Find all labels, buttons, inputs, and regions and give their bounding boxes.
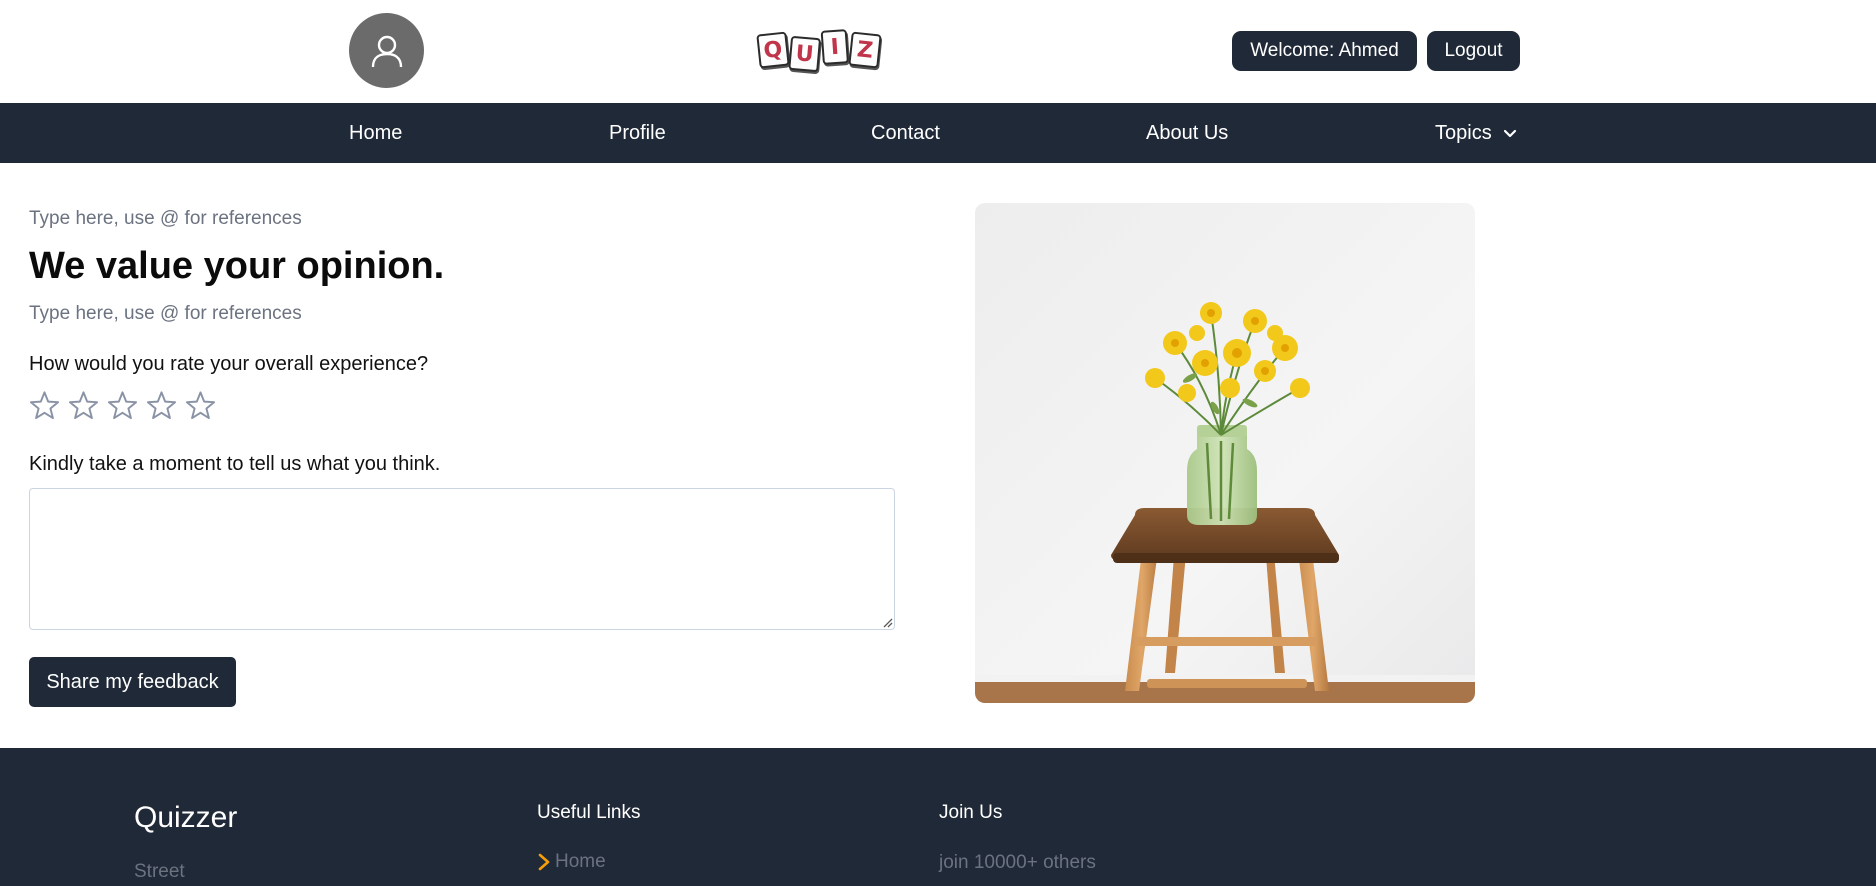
flowers-on-stool-image	[975, 203, 1475, 703]
footer-link-home[interactable]: Home	[537, 851, 606, 873]
page-title: We value your opinion.	[29, 245, 445, 287]
nav-item-label: Home	[349, 121, 403, 144]
chevron-down-icon	[1502, 125, 1518, 141]
nav-item-label: Contact	[871, 121, 940, 144]
comment-prompt: Kindly take a moment to tell us what you…	[29, 453, 441, 475]
join-count-text: join 10000+ others	[939, 852, 1096, 873]
footer-address: Street	[134, 861, 185, 882]
nav-item-label: Topics	[1435, 121, 1492, 144]
top-header: Q U I Z Welcome: Ahmed Logout	[0, 0, 1876, 103]
logo-tile: I	[820, 29, 849, 65]
reference-hint[interactable]: Type here, use @ for references	[29, 303, 302, 325]
star-outline-icon[interactable]	[29, 390, 60, 421]
nav-item-topics-dropdown[interactable]: Topics	[1435, 103, 1518, 163]
footer-link-label: Home	[555, 851, 606, 872]
star-outline-icon[interactable]	[185, 390, 216, 421]
logo-tile: Q	[756, 31, 790, 69]
site-footer: Quizzer Street Useful Links Home Join Us…	[0, 748, 1876, 886]
feedback-textarea[interactable]	[29, 488, 895, 630]
rating-question: How would you rate your overall experien…	[29, 353, 429, 375]
logout-button[interactable]: Logout	[1427, 31, 1520, 71]
nav-item-label: About Us	[1146, 121, 1229, 144]
quiz-logo[interactable]: Q U I Z	[756, 26, 888, 74]
welcome-badge[interactable]: Welcome: Ahmed	[1232, 31, 1417, 71]
share-feedback-button[interactable]: Share my feedback	[29, 657, 236, 707]
star-outline-icon[interactable]	[146, 390, 177, 421]
logo-tile: U	[788, 35, 822, 73]
resize-handle-icon[interactable]	[881, 616, 893, 628]
star-outline-icon[interactable]	[107, 390, 138, 421]
footer-brand: Quizzer	[134, 801, 238, 834]
logo-tile: Z	[848, 31, 882, 69]
avatar[interactable]	[349, 13, 424, 88]
nav-item-profile[interactable]: Profile	[609, 103, 666, 163]
star-outline-icon[interactable]	[68, 390, 99, 421]
nav-item-home[interactable]: Home	[349, 103, 402, 163]
join-us-title: Join Us	[939, 802, 1003, 823]
useful-links-title: Useful Links	[537, 802, 641, 823]
star-rating[interactable]	[29, 390, 216, 426]
user-icon	[371, 35, 402, 67]
chevron-right-icon	[538, 853, 550, 871]
feedback-section: Type here, use @ for references We value…	[0, 163, 1876, 748]
reference-hint[interactable]: Type here, use @ for references	[29, 208, 302, 230]
main-navbar: Home Profile Contact About Us Topics	[0, 103, 1876, 163]
nav-item-about-us[interactable]: About Us	[1146, 103, 1228, 163]
nav-item-contact[interactable]: Contact	[871, 103, 940, 163]
nav-item-label: Profile	[609, 121, 666, 144]
